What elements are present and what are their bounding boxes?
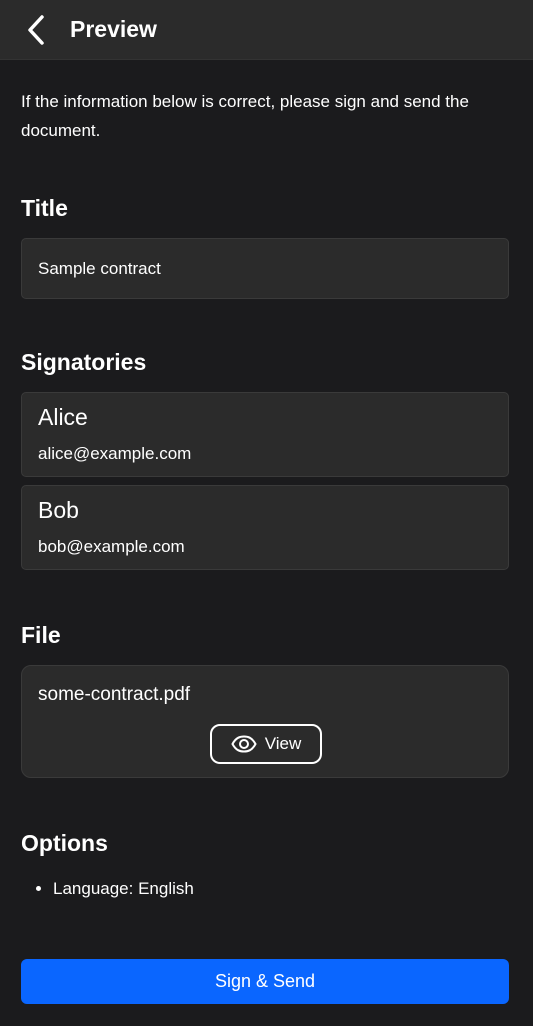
options-list: Language: English [21, 879, 509, 899]
back-button[interactable] [14, 8, 58, 52]
intro-text: If the information below is correct, ple… [21, 92, 469, 140]
title-field: Sample contract [21, 238, 509, 299]
view-button-label: View [264, 734, 302, 753]
top-bar: Preview [0, 0, 533, 60]
chevron-left-icon [28, 14, 44, 45]
signatory-name: Alice [38, 404, 88, 430]
main-content: If the information below is correct, ple… [0, 87, 533, 899]
options-heading: Options [21, 830, 108, 856]
title-heading: Title [21, 195, 68, 221]
file-name: some-contract.pdf [38, 684, 191, 705]
sign-and-send-button[interactable]: Sign & Send [21, 959, 509, 1004]
option-language: Language: English [53, 879, 509, 899]
signatory-email: alice@example.com [38, 444, 192, 463]
signatory-card: Bob bob@example.com [21, 485, 509, 570]
page-title: Preview [70, 16, 157, 42]
view-button[interactable]: View [210, 724, 322, 764]
file-card: some-contract.pdf View [21, 665, 509, 778]
eye-icon [231, 735, 257, 753]
signatory-name: Bob [38, 497, 79, 523]
signatories-heading: Signatories [21, 349, 147, 375]
file-heading: File [21, 622, 61, 648]
title-value: Sample contract [38, 258, 161, 278]
signatory-card: Alice alice@example.com [21, 392, 509, 477]
signatory-email: bob@example.com [38, 537, 185, 556]
